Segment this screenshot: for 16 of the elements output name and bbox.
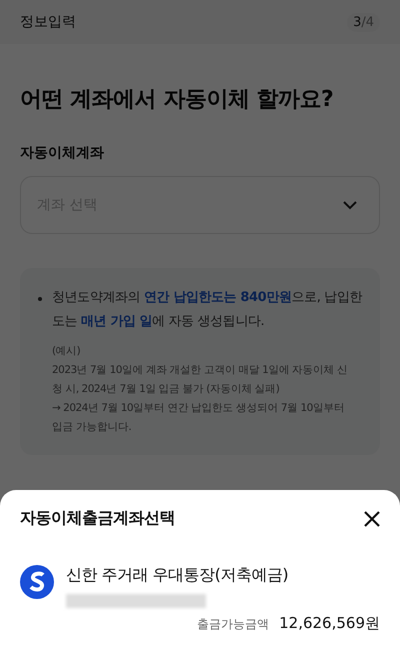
example-text: 2023년 7월 10일에 계좌 개설한 고객이 매달 1일에 자동이체 신청 시, 2024년 7월 1일 입금 불가 (자동이체 실패) xyxy=(52,363,348,397)
page-heading: 어떤 계좌에서 자동이체 할까요? xyxy=(20,86,334,114)
account-item[interactable]: 신한 주거래 우대통장(저축예금) 출금가능금액 12,626,569원 xyxy=(20,565,380,633)
sheet-title: 자동이체출금계좌선택 xyxy=(20,508,175,529)
balance-label: 출금가능금액 xyxy=(197,616,270,633)
field-label: 자동이체계좌 xyxy=(20,144,105,162)
chevron-down-icon xyxy=(343,200,357,210)
notice-text: 청년도약계좌의 연간 납입한도는 840만원으로, 납입한도는 매년 가입 일에 자동 생성됩니다. xyxy=(52,289,362,331)
account-name: 신한 주거래 우대통장(저축예금) xyxy=(66,565,288,586)
example-text: → 2024년 7월 10일부터 연간 납입한도 생성되어 7월 10일부터 입금 가능합니다. xyxy=(52,401,346,435)
bullet-dot xyxy=(38,297,42,301)
balance-amount: 12,626,569원 xyxy=(279,614,380,633)
page-title: 정보입력 xyxy=(20,13,76,31)
example-text: (예시) xyxy=(52,344,82,359)
close-icon[interactable] xyxy=(364,510,380,526)
bank-logo-icon xyxy=(20,565,54,599)
